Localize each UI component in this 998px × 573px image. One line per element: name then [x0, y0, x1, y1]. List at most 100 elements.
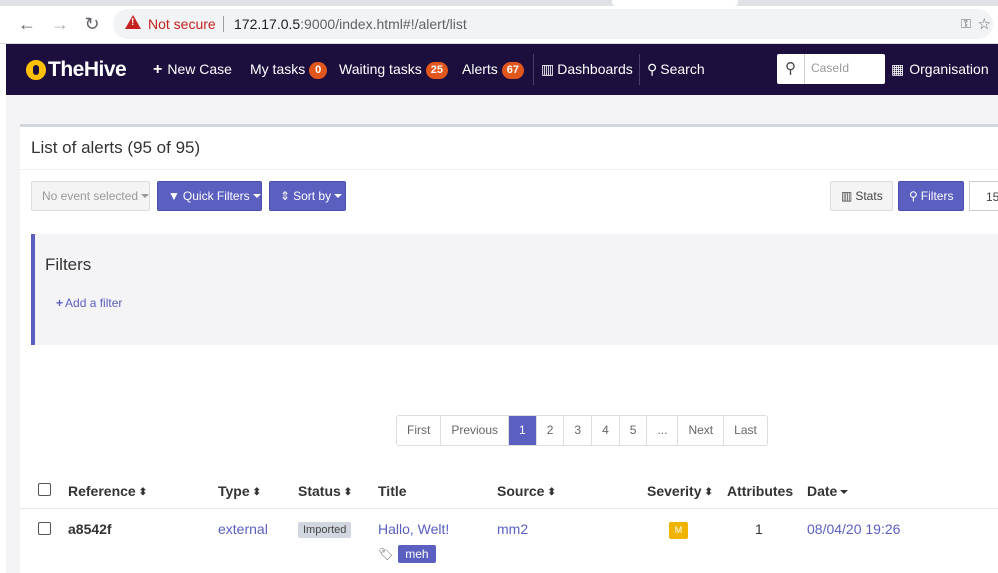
thehive-logo[interactable]: TheHive — [26, 58, 127, 82]
sort-icon: ⬍ — [704, 487, 713, 498]
filters-heading: Filters — [45, 255, 92, 274]
sort-icon: ⬍ — [138, 487, 148, 498]
sort-by-label: Sort by — [293, 189, 332, 203]
waiting-tasks-link[interactable]: Waiting tasks 25 — [339, 61, 448, 79]
column-header-title: Title — [378, 483, 407, 499]
caret-down-icon — [334, 194, 343, 198]
page-title: List of alerts (95 of 95) — [31, 138, 201, 157]
row-type[interactable]: external — [218, 521, 268, 537]
plus-icon: + — [153, 61, 163, 78]
bookmark-star-icon[interactable]: ☆ — [978, 15, 991, 33]
key-icon[interactable]: ⚿ — [961, 16, 971, 32]
page-size-select[interactable]: 15 — [969, 181, 998, 211]
row-date[interactable]: 08/04/20 19:26 — [807, 521, 900, 537]
my-tasks-badge: 0 — [309, 62, 328, 79]
select-all-checkbox[interactable] — [38, 483, 51, 496]
row-status: Imported — [298, 520, 352, 538]
quick-filters-label: Quick Filters — [182, 189, 250, 203]
my-tasks-link[interactable]: My tasks 0 — [250, 61, 328, 79]
plus-icon: + — [56, 296, 64, 310]
row-attributes: 1 — [755, 521, 763, 537]
security-label[interactable]: Not secure — [148, 16, 216, 32]
stats-button[interactable]: ▥ Stats — [830, 181, 893, 211]
column-header-status[interactable]: Status ⬍ — [298, 483, 352, 499]
column-header-type[interactable]: Type ⬍ — [218, 483, 261, 499]
add-filter-label: Add a filter — [65, 296, 123, 310]
tags-icon: 🏷 — [378, 547, 394, 561]
row-select-checkbox[interactable] — [38, 522, 51, 535]
column-header-source[interactable]: Source ⬍ — [497, 483, 556, 499]
no-event-selected-label: No event selected — [42, 189, 139, 203]
bee-icon — [26, 60, 46, 80]
status-badge: Imported — [298, 522, 352, 538]
page-link[interactable]: First — [397, 416, 442, 445]
alerts-link[interactable]: Alerts 67 — [462, 61, 525, 79]
filters-button[interactable]: ⚲ Filters — [898, 181, 964, 211]
alerts-label: Alerts — [462, 61, 498, 77]
column-header-attributes: Attributes — [727, 483, 793, 499]
sort-icon: ⇕ — [280, 189, 291, 203]
stats-label: Stats — [855, 189, 883, 203]
app-navbar: TheHive + New Case My tasks 0 Waiting task… — [6, 44, 998, 95]
quick-filters-button[interactable]: ▼ Quick Filters — [157, 181, 262, 211]
search-icon: ⚲ — [909, 189, 918, 203]
back-arrow-icon[interactable]: ← — [16, 13, 38, 35]
bar-chart-icon: ▥ — [541, 61, 555, 77]
event-selection-dropdown[interactable]: No event selected — [31, 181, 150, 211]
severity-badge: M — [669, 522, 688, 539]
sort-icon: ⬍ — [343, 487, 353, 498]
alerts-badge: 67 — [501, 62, 525, 79]
add-filter-link[interactable]: + Add a filter — [56, 296, 122, 310]
caseid-search[interactable]: ⚲ — [777, 54, 885, 84]
filters-section: Filters + Add a filter — [31, 234, 998, 345]
sort-by-button[interactable]: ⇕ Sort by — [269, 181, 346, 211]
caseid-input[interactable] — [811, 61, 881, 75]
page-link[interactable]: ... — [647, 416, 679, 445]
nav-divider — [533, 54, 534, 85]
column-header-date[interactable]: Date — [807, 483, 849, 499]
page-link[interactable]: 4 — [592, 416, 620, 445]
page-link[interactable]: 2 — [537, 416, 565, 445]
building-icon: ▦ — [891, 61, 905, 77]
magnifier-icon[interactable]: ⚲ — [777, 54, 805, 84]
column-header-label: Type — [218, 483, 250, 499]
waiting-tasks-badge: 25 — [425, 62, 448, 79]
row-reference[interactable]: a8542f — [68, 521, 112, 537]
organisation-link[interactable]: ▦ Organisation — [891, 61, 989, 78]
column-header-label: Date — [807, 483, 838, 499]
bar-chart-icon: ▥ — [841, 189, 853, 203]
forward-arrow-icon[interactable]: → — [49, 13, 71, 35]
url-text[interactable]: 172.17.0.5:9000/index.html#!/alert/list — [234, 16, 467, 32]
dashboards-link[interactable]: ▥ Dashboards — [541, 61, 633, 78]
nav-divider — [639, 54, 640, 85]
column-header-label: Title — [378, 483, 407, 499]
row-title[interactable]: Hallo, Welt! — [378, 521, 449, 537]
my-tasks-label: My tasks — [250, 61, 306, 77]
waiting-tasks-label: Waiting tasks — [339, 61, 422, 77]
page-link[interactable]: Next — [678, 416, 725, 445]
column-header-label: Source — [497, 483, 545, 499]
reload-icon[interactable]: ↻ — [81, 13, 103, 35]
column-header-reference[interactable]: Reference ⬍ — [68, 483, 147, 499]
search-link[interactable]: ⚲ Search — [647, 61, 705, 78]
row-tags: 🏷 meh — [378, 545, 436, 563]
new-case-link[interactable]: + New Case — [153, 61, 232, 79]
page-link[interactable]: 3 — [564, 416, 593, 445]
dashboards-label: Dashboards — [557, 61, 633, 77]
table-header-divider — [20, 508, 998, 509]
alert-list-panel: List of alerts (95 of 95) No event selec… — [20, 124, 998, 573]
browser-address-bar: ← → ↻ Not secure 172.17.0.5:9000/index.h… — [0, 6, 998, 44]
page-link[interactable]: 1 — [509, 416, 537, 445]
tag-badge[interactable]: meh — [398, 545, 436, 563]
sort-icon: ⬍ — [252, 487, 262, 498]
omnibox[interactable]: Not secure 172.17.0.5:9000/index.html#!/… — [113, 9, 993, 39]
row-source[interactable]: mm2 — [497, 521, 528, 537]
page-link[interactable]: Last — [724, 416, 767, 445]
caret-down-icon — [252, 194, 261, 198]
panel-divider — [20, 169, 998, 170]
url-path: :9000/index.html#!/alert/list — [300, 16, 467, 32]
page-link[interactable]: 5 — [620, 416, 648, 445]
column-header-severity[interactable]: Severity ⬍ — [647, 483, 713, 499]
page-link[interactable]: Previous — [441, 416, 510, 445]
organisation-label: Organisation — [909, 61, 989, 77]
